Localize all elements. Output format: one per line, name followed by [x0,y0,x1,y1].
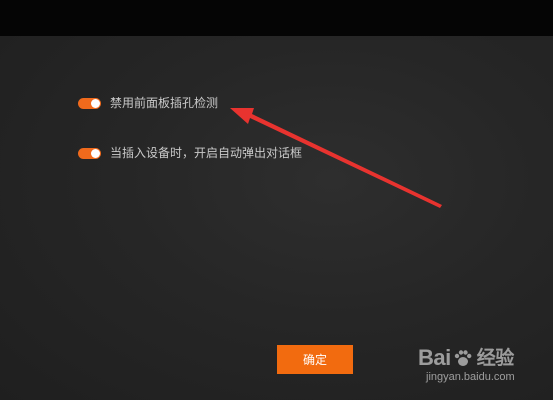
paw-icon [454,350,472,366]
option-label: 当插入设备时，开启自动弹出对话框 [110,146,303,160]
title-bar [0,0,553,36]
toggle-switch[interactable] [78,97,101,109]
option-label: 禁用前面板插孔检测 [110,96,219,110]
annotation-arrow [230,108,442,208]
toggle-knob [91,98,100,108]
watermark-brand: Bai 经验 [418,346,536,370]
watermark-brand-left: Bai [418,345,451,370]
watermark-brand-right: 经验 [476,347,515,369]
toggle-knob [91,148,100,158]
watermark-url: jingyan.baidu.com [426,371,515,383]
option-auto-popup-dialog[interactable]: 当插入设备时，开启自动弹出对话框 [78,146,302,160]
confirm-button[interactable]: 确定 [277,345,353,374]
baidu-jingyan-watermark: Bai 经验 jingyan.baidu.com [418,346,536,390]
option-disable-front-panel-jack-detection[interactable]: 禁用前面板插孔检测 [78,96,218,110]
toggle-switch[interactable] [78,147,101,159]
